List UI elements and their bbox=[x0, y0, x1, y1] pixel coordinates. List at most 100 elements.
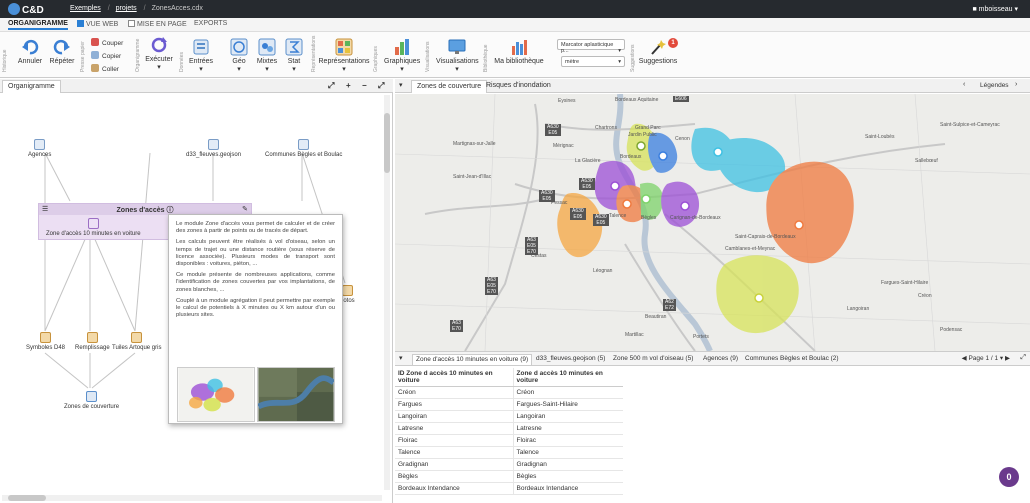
section-label: Organigramme bbox=[135, 38, 141, 72]
add-icon[interactable]: + bbox=[346, 81, 351, 90]
map-label: Langoiran bbox=[847, 306, 870, 312]
mixed-button[interactable]: Mixtes ▾ bbox=[254, 38, 280, 73]
undo-button[interactable]: Annuler bbox=[16, 38, 44, 65]
column-header[interactable]: ID Zone d accès 10 minutes en voiture bbox=[395, 368, 513, 387]
chevron-right-icon[interactable]: › bbox=[1015, 81, 1017, 88]
tab-communes[interactable]: Communes Bègles et Boulac (2) bbox=[742, 354, 842, 365]
vertical-scrollbar[interactable] bbox=[384, 95, 390, 490]
fullscreen-icon[interactable]: ⤢ bbox=[378, 81, 384, 91]
tab-d33[interactable]: d33_fleuves.geojson (5) bbox=[533, 354, 608, 365]
wrench-icon[interactable]: ✎ bbox=[242, 205, 248, 213]
library-button[interactable]: Ma bibliothèque bbox=[492, 38, 546, 65]
map-panel: ▾ Zones de couverture Risques d'inondati… bbox=[395, 79, 1030, 503]
node-remplissage[interactable]: Remplissage bbox=[75, 332, 110, 351]
layer-icon bbox=[208, 139, 220, 150]
layer-style-icon bbox=[86, 332, 98, 343]
caret-down-icon: ▾ bbox=[618, 48, 621, 54]
section-label: Bibliothèque bbox=[483, 44, 489, 72]
node-zone-10min[interactable]: Zone d'accès 10 minutes en voiture bbox=[46, 218, 141, 237]
map-label: Martillac bbox=[625, 332, 644, 338]
representations-button[interactable]: Représentations ▾ bbox=[318, 38, 370, 73]
map-label: Jardin Public bbox=[628, 132, 657, 138]
caret-down-icon[interactable]: ▾ bbox=[1000, 355, 1003, 362]
execute-button[interactable]: Exécuter ▾ bbox=[144, 36, 174, 71]
info-icon[interactable]: ⓘ bbox=[166, 207, 173, 214]
map-view[interactable]: Eysines Bordeaux Aquitaine Chartrons Gra… bbox=[395, 94, 1030, 351]
node-zones-couverture[interactable]: Zones de couverture bbox=[64, 391, 119, 410]
node-communes[interactable]: Communes Bègles et Boulac bbox=[265, 139, 342, 158]
tab-mise-en-page[interactable]: MISE EN PAGE bbox=[128, 20, 187, 28]
tab-zones-couverture[interactable]: Zones de couverture bbox=[411, 80, 488, 93]
data-tab-bar: ▾ Zone d'accès 10 minutes en voiture (9)… bbox=[395, 351, 1030, 366]
copy-button[interactable]: Copier bbox=[91, 51, 121, 60]
geo-button[interactable]: Géo ▾ bbox=[226, 38, 252, 73]
table-row[interactable]: Bordeaux Intendance Bordeaux Intendance bbox=[395, 482, 623, 495]
zones-map-thumbnail bbox=[177, 367, 255, 422]
minus-icon[interactable]: − bbox=[362, 81, 367, 90]
chevron-left-icon[interactable]: ‹ bbox=[963, 81, 965, 88]
scrollbar-thumb[interactable] bbox=[384, 113, 390, 173]
unit-select[interactable]: mètre ▾ bbox=[561, 56, 625, 67]
tab-organigram[interactable]: Organigramme bbox=[2, 80, 61, 93]
magic-wand-icon bbox=[651, 40, 666, 55]
map-label: Beautiran bbox=[645, 314, 667, 320]
table-row[interactable]: Langoiran Langoiran bbox=[395, 410, 623, 423]
map-label: Créon bbox=[918, 293, 932, 299]
menu-icon[interactable]: ☰ bbox=[42, 205, 48, 213]
expand-icon[interactable]: ⤢ bbox=[328, 81, 334, 91]
inputs-button[interactable]: Entrées ▾ bbox=[188, 38, 214, 73]
tab-zone-500m[interactable]: Zone 500 m vol d'oiseau (5) bbox=[610, 354, 696, 365]
table-row[interactable]: Créon Créon bbox=[395, 386, 623, 399]
section-label: Historique bbox=[2, 49, 8, 72]
breadcrumb-item[interactable]: Exemples bbox=[70, 5, 101, 12]
user-icon: ■ bbox=[972, 6, 977, 13]
tooltip-paragraph: Le module Zone d'accès vous permet de ca… bbox=[176, 221, 335, 235]
tab-risques-inondation[interactable]: Risques d'inondation bbox=[481, 80, 556, 93]
fullscreen-icon[interactable]: ⤢ bbox=[1020, 354, 1026, 362]
node-d33[interactable]: d33_fleuves.geojson bbox=[186, 139, 241, 158]
user-menu[interactable]: ■ mboisseau ▾ bbox=[972, 5, 1018, 13]
layer-style-icon bbox=[40, 332, 52, 343]
legend-toggle[interactable]: Légendes bbox=[980, 82, 1009, 89]
tab-vue-web[interactable]: VUE WEB bbox=[77, 20, 118, 28]
table-cell: Floirac bbox=[395, 434, 513, 447]
tab-agences[interactable]: Agences (9) bbox=[700, 354, 741, 365]
collapse-icon[interactable]: ▾ bbox=[399, 354, 403, 362]
redo-button[interactable]: Répéter bbox=[48, 38, 76, 65]
charts-button[interactable]: Graphiques ▾ bbox=[384, 38, 420, 73]
table-row[interactable]: Fargues Fargues-Saint-Hilaire bbox=[395, 398, 623, 411]
node-symboles[interactable]: Symboles D48 bbox=[26, 332, 65, 351]
map-label: Mérignac bbox=[553, 143, 574, 149]
breadcrumb-item[interactable]: projets bbox=[116, 5, 137, 12]
chevron-right-icon[interactable]: ▶ bbox=[1005, 355, 1010, 362]
scrollbar-thumb[interactable] bbox=[8, 495, 46, 501]
table-row[interactable]: Gradignan Gradignan bbox=[395, 458, 623, 471]
tab-zone-10min[interactable]: Zone d'accès 10 minutes en voiture (9) bbox=[412, 354, 533, 365]
help-chat-button[interactable]: 0 bbox=[999, 467, 1019, 487]
visualisations-button[interactable]: Visualisations ▾ bbox=[436, 38, 479, 73]
caret-down-icon: ▾ bbox=[618, 59, 621, 65]
tab-exports[interactable]: EXPORTS bbox=[194, 20, 227, 27]
table-cell: Gradignan bbox=[395, 458, 513, 471]
table-row[interactable]: Talence Talence bbox=[395, 446, 623, 459]
cut-button[interactable]: Couper bbox=[91, 38, 123, 47]
collapse-icon[interactable]: ▾ bbox=[399, 81, 403, 89]
table-cell: Créon bbox=[512, 386, 623, 399]
checkbox-icon[interactable] bbox=[77, 20, 84, 27]
module-tooltip: Le module Zone d'accès vous permet de ca… bbox=[168, 214, 343, 424]
table-row[interactable]: Bègles Bègles bbox=[395, 470, 623, 483]
app-logo[interactable]: C&D bbox=[8, 3, 44, 16]
tab-organigramme[interactable]: ORGANIGRAMME bbox=[8, 20, 68, 30]
table-row[interactable]: Floirac Floirac bbox=[395, 434, 623, 447]
horizontal-scrollbar[interactable] bbox=[2, 495, 382, 501]
map-label: Saint-Sulpice-et-Cameyrac bbox=[940, 122, 1000, 128]
marker-select[interactable]: Marcator aplasticique p... ▾ bbox=[557, 39, 625, 54]
table-row[interactable]: Latresne Latresne bbox=[395, 422, 623, 435]
column-header[interactable]: Zone d accès 10 minutes en voiture bbox=[512, 368, 623, 387]
checkbox-icon[interactable] bbox=[128, 20, 135, 27]
node-agences[interactable]: Agences bbox=[28, 139, 51, 158]
stat-button[interactable]: Stat ▾ bbox=[282, 38, 306, 73]
chevron-left-icon[interactable]: ◀ bbox=[962, 355, 967, 362]
paste-button[interactable]: Coller bbox=[91, 64, 119, 73]
node-tuiles[interactable]: Tuiles Artoque gris bbox=[112, 332, 161, 351]
